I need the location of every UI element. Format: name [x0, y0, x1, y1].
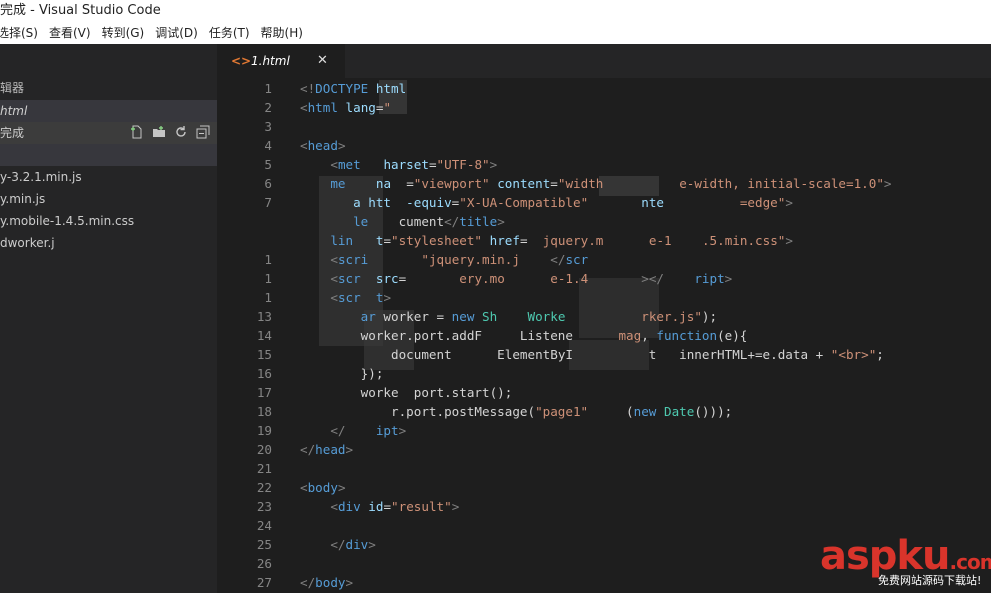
- open-editor-item[interactable]: html: [0, 100, 217, 122]
- menu-item-1[interactable]: 查看(V): [49, 22, 91, 44]
- menu-bar: 选择(S) 查看(V) 转到(G) 调试(D) 任务(T) 帮助(H): [0, 22, 991, 44]
- line-number: 15: [256, 347, 272, 362]
- code-line: le cument</title>: [353, 214, 505, 229]
- folder-header[interactable]: 完成: [0, 122, 217, 144]
- code-line: lin t="stylesheet" href= jquery.m e-1 .5…: [330, 233, 793, 248]
- watermark-tagline: 免费网站源码下载站!: [878, 574, 982, 587]
- folder-label: 完成: [0, 126, 25, 140]
- menu-item-4[interactable]: 任务(T): [209, 22, 250, 44]
- line-number: 25: [256, 537, 272, 552]
- html-file-icon: <>: [231, 54, 252, 68]
- file-label: y-3.2.1.min.js: [0, 170, 82, 184]
- line-number: 26: [256, 556, 272, 571]
- code-line: <scr t>: [330, 290, 392, 305]
- line-number: 6: [264, 176, 272, 191]
- editor-tab-bar: <> 1.html ✕: [217, 44, 991, 78]
- code-line: </head>: [300, 442, 354, 457]
- close-tab-icon[interactable]: ✕: [317, 44, 328, 78]
- code-line: r.port.postMessage("page1" (new Date()))…: [360, 404, 733, 419]
- line-number: 16: [256, 366, 272, 381]
- line-number-gutter: 1 2 3 4 5 6 7 1 1 1 13 14 15 16 17 18 19 20 21 22 23 24 25 26 27: [217, 78, 279, 593]
- file-label: y.min.js: [0, 192, 46, 206]
- open-editor-label: html: [0, 104, 28, 118]
- line-number: 22: [256, 480, 272, 495]
- open-editors-label: 辑器: [0, 81, 25, 95]
- file-item[interactable]: y-3.2.1.min.js: [0, 166, 217, 188]
- menu-item-5[interactable]: 帮助(H): [261, 22, 303, 44]
- line-number: 27: [256, 575, 272, 590]
- line-number: 7: [264, 195, 272, 210]
- new-file-icon[interactable]: [129, 125, 145, 141]
- line-number: 1: [264, 290, 272, 305]
- tab-label: 1.html: [251, 54, 290, 68]
- open-editors-header[interactable]: 辑器: [0, 77, 217, 99]
- window-title: 完成 - Visual Studio Code: [0, 3, 161, 18]
- line-number: 20: [256, 442, 272, 457]
- code-line: <scr src= ery.mo e-1.4 ></ ript>: [330, 271, 733, 286]
- line-number: [232, 212, 272, 231]
- line-number: 19: [256, 423, 272, 438]
- line-number: 5: [264, 157, 272, 172]
- line-number: 2: [264, 100, 272, 115]
- file-item[interactable]: y.min.js: [0, 188, 217, 210]
- tab-1-html[interactable]: <> 1.html ✕: [217, 44, 345, 78]
- file-label: y.mobile-1.4.5.min.css: [0, 214, 135, 228]
- code-line: <body>: [300, 480, 346, 495]
- code-line: <head>: [300, 138, 346, 153]
- new-folder-icon[interactable]: [151, 125, 167, 141]
- code-line: <html lang=": [300, 100, 392, 115]
- line-number: 21: [256, 461, 272, 476]
- collapse-all-icon[interactable]: [195, 125, 211, 141]
- line-number: 14: [256, 328, 272, 343]
- code-line: </ ipt>: [330, 423, 407, 438]
- line-number: 23: [256, 499, 272, 514]
- explorer-sidebar: 辑器 html 完成 y-3.2.1.min.js y.min.js y.mobil…: [0, 44, 217, 593]
- line-number: 13: [256, 309, 272, 324]
- code-line: me na ="viewport" content="width e-width…: [330, 176, 892, 191]
- code-line: </div>: [330, 537, 376, 552]
- code-line: worker.port.addF Listene mag, function(e…: [360, 328, 748, 343]
- file-item[interactable]: [0, 144, 217, 166]
- window-title-bar: 完成 - Visual Studio Code: [0, 0, 991, 22]
- code-line: a htt -equiv="X-UA-Compatible" nte =edge…: [353, 195, 793, 210]
- code-line: <!DOCTYPE html: [300, 81, 407, 96]
- line-number: 1: [264, 81, 272, 96]
- code-line: });: [360, 366, 384, 381]
- code-line: <scri "jquery.min.j </scr: [330, 252, 589, 267]
- code-line: </body>: [300, 575, 354, 590]
- code-editor[interactable]: <!DOCTYPE html <html lang=" <head> <met ha…: [279, 78, 991, 593]
- code-line: <met harset="UTF-8">: [330, 157, 498, 172]
- file-item[interactable]: dworker.j: [0, 232, 217, 254]
- line-number: [232, 231, 272, 250]
- file-label: dworker.j: [0, 236, 55, 250]
- menu-item-3[interactable]: 调试(D): [155, 22, 198, 44]
- code-line: worke port.start();: [360, 385, 513, 400]
- code-line: ar worker = new Sh Worke rker.js");: [360, 309, 718, 324]
- code-line: document ElementByI t innerHTML+=e.data …: [391, 347, 884, 362]
- refresh-icon[interactable]: [173, 125, 189, 141]
- line-number: 4: [264, 138, 272, 153]
- aspku-watermark: aspku.com 免费网站源码下载站!: [820, 534, 991, 590]
- line-number: 18: [256, 404, 272, 419]
- line-number: 17: [256, 385, 272, 400]
- line-number: 1: [264, 271, 272, 286]
- code-line: <div id="result">: [330, 499, 460, 514]
- line-number: 24: [256, 518, 272, 533]
- line-number: 1: [264, 252, 272, 267]
- file-item[interactable]: y.mobile-1.4.5.min.css: [0, 210, 217, 232]
- folder-actions: [129, 122, 211, 144]
- menu-item-2[interactable]: 转到(G): [102, 22, 145, 44]
- line-number: 3: [264, 119, 272, 134]
- menu-item-0[interactable]: 选择(S): [0, 22, 38, 44]
